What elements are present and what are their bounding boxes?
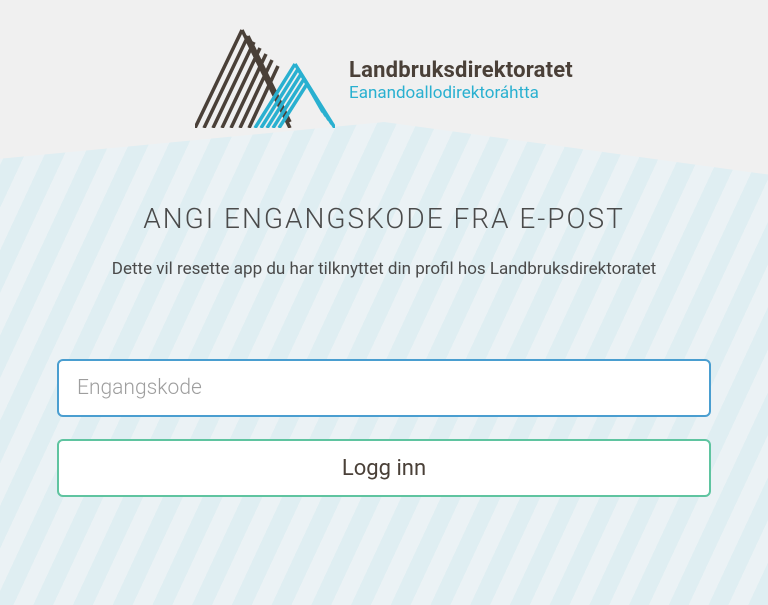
code-input[interactable] bbox=[57, 359, 711, 417]
logo-icon bbox=[195, 28, 335, 132]
logo-subtitle: Eanandoallodirektoráhtta bbox=[349, 83, 573, 103]
page-description: Dette vil resette app du har tilknyttet … bbox=[112, 259, 656, 279]
login-button[interactable]: Logg inn bbox=[57, 439, 711, 497]
login-form: Logg inn bbox=[57, 359, 711, 497]
logo: Landbruksdirektoratet Eanandoallodirekto… bbox=[195, 28, 573, 132]
page-title: ANGI ENGANGSKODE FRA E-POST bbox=[143, 202, 625, 235]
logo-title: Landbruksdirektoratet bbox=[349, 58, 573, 83]
logo-text-wrap: Landbruksdirektoratet Eanandoallodirekto… bbox=[349, 58, 573, 103]
main-container: Landbruksdirektoratet Eanandoallodirekto… bbox=[0, 0, 768, 497]
